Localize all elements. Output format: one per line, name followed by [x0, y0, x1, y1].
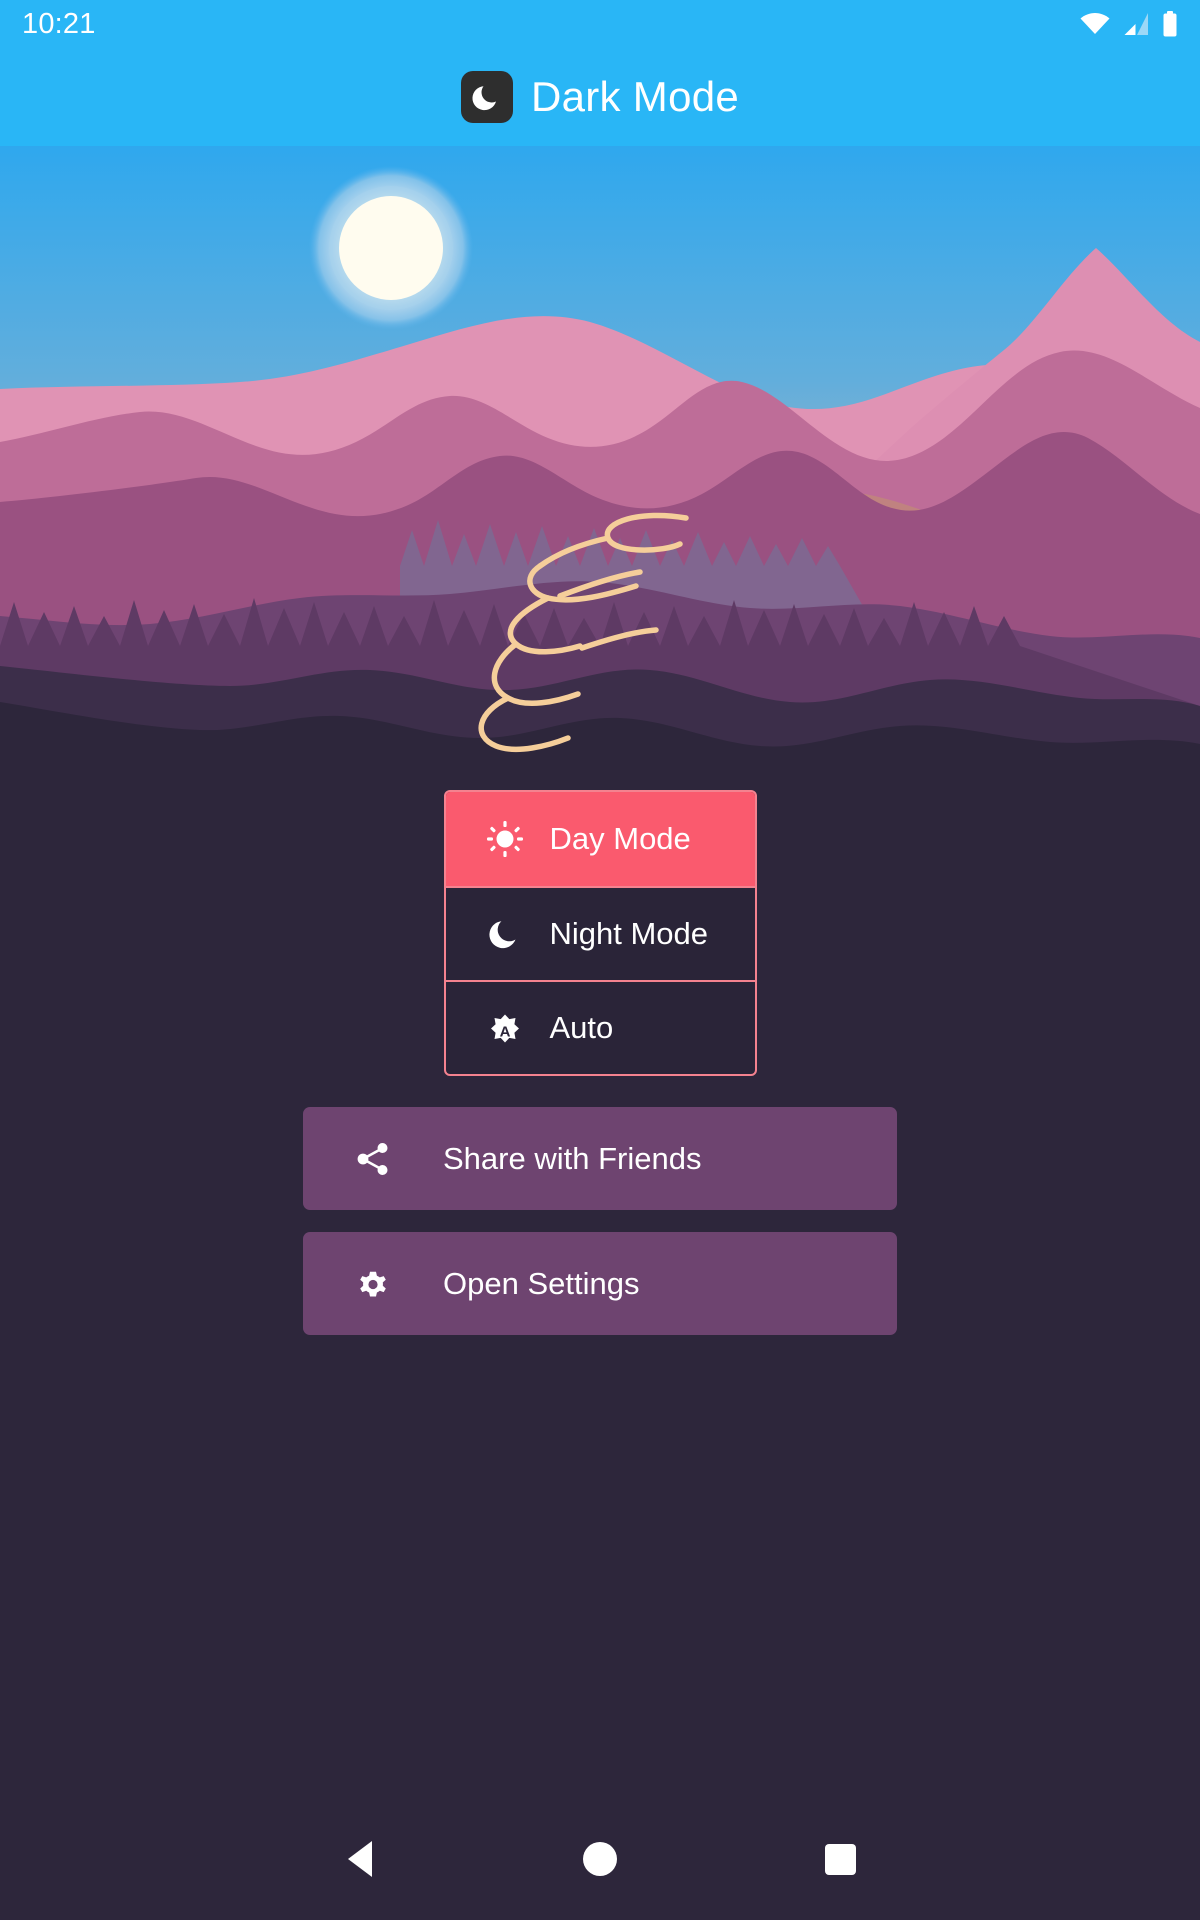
mode-option-label: Day Mode: [549, 821, 691, 856]
status-bar: 10:21: [0, 0, 1200, 48]
recents-button[interactable]: [800, 1819, 880, 1899]
mode-selector-card: Day Mode Night Mode A Auto: [443, 790, 757, 1076]
sun-icon: [482, 820, 528, 858]
action-button-label: Share with Friends: [443, 1140, 702, 1176]
cellular-signal-icon: [1123, 12, 1149, 36]
share-icon: [351, 1140, 395, 1178]
mode-option-label: Night Mode: [549, 916, 709, 951]
gear-icon: [351, 1265, 395, 1303]
action-buttons: Share with Friends Open Settings: [303, 1107, 897, 1335]
page-title: Dark Mode: [530, 73, 740, 120]
circle-icon: [583, 1842, 617, 1876]
mode-option-day[interactable]: Day Mode: [445, 792, 755, 886]
moon-icon: [460, 71, 513, 123]
back-button[interactable]: [320, 1819, 400, 1899]
triangle-left-icon: [348, 1841, 372, 1877]
main-content: Day Mode Night Mode A Auto Share with Fr…: [0, 763, 1200, 1335]
status-bar-icons: [1080, 11, 1178, 37]
crescent-moon-icon: [482, 915, 528, 953]
status-bar-clock: 10:21: [22, 7, 96, 40]
share-with-friends-button[interactable]: Share with Friends: [303, 1107, 897, 1210]
app-bar: Dark Mode: [0, 48, 1200, 146]
home-button[interactable]: [560, 1819, 640, 1899]
mountain-landscape-illustration: [0, 146, 1200, 763]
wifi-icon: [1080, 12, 1110, 36]
action-button-label: Open Settings: [443, 1265, 640, 1301]
open-settings-button[interactable]: Open Settings: [303, 1232, 897, 1335]
android-navigation-bar: [0, 1798, 1200, 1920]
svg-text:A: A: [499, 1024, 510, 1041]
mode-option-auto[interactable]: A Auto: [445, 980, 755, 1074]
phone-screen: 10:21 Dark Mode Day Mode Night Mode A Au…: [0, 0, 1200, 1920]
auto-brightness-icon: A: [482, 1009, 528, 1047]
mode-option-label: Auto: [549, 1010, 614, 1045]
mode-option-night[interactable]: Night Mode: [445, 886, 755, 980]
square-icon: [824, 1843, 856, 1875]
battery-icon: [1162, 11, 1178, 37]
